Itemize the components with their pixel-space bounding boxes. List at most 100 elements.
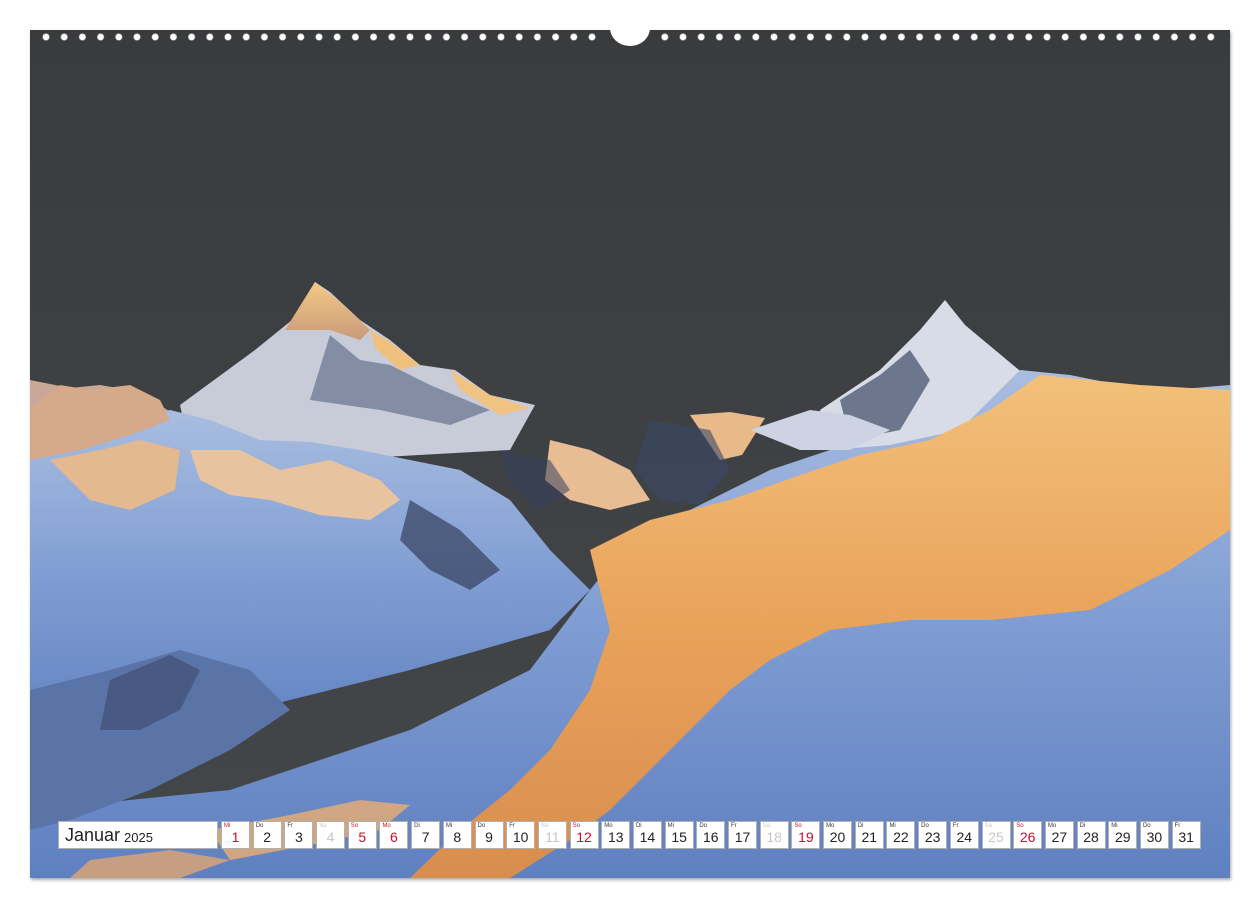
- binding-hole: [133, 33, 141, 41]
- day-cell: Di 21: [854, 821, 884, 849]
- binding-hole: [588, 33, 596, 41]
- day-cell: Mi 29: [1108, 821, 1138, 849]
- day-cell: Mo 27: [1044, 821, 1074, 849]
- binding-hole: [278, 33, 287, 41]
- binding-hole: [515, 33, 523, 41]
- binding-hole: [879, 33, 887, 41]
- calendar-strip: Januar 2025 Mi 1 Do 2 Fr 3 Sa 4 So 5 Mo 6 Di 7 Mi 8 Do 9 F…: [58, 821, 1203, 849]
- day-cell: Di 28: [1076, 821, 1106, 849]
- binding-hole: [770, 33, 778, 41]
- binding-hole: [843, 33, 851, 41]
- day-cells: Mi 1 Do 2 Fr 3 Sa 4 So 5 Mo 6 Di 7 Mi 8 Do 9 Fr 10 Sa 11 So 12 M…: [221, 821, 1203, 849]
- binding-hole: [242, 33, 250, 41]
- day-number: 27: [1051, 829, 1068, 845]
- binding-hole: [551, 33, 560, 41]
- binding-hole: [679, 33, 687, 41]
- day-cell: Mi 1: [221, 821, 250, 849]
- binding-hole: [1006, 33, 1015, 41]
- binding-hole: [424, 33, 432, 41]
- binding-hole: [78, 33, 87, 41]
- day-cell: Mo 20: [823, 821, 853, 849]
- day-cell: Do 23: [918, 821, 948, 849]
- day-number: 6: [390, 829, 398, 845]
- binding-hole: [260, 33, 269, 41]
- day-number: 11: [545, 829, 560, 845]
- day-number: 9: [485, 829, 493, 845]
- binding-hole: [60, 33, 68, 41]
- day-number: 2: [263, 829, 272, 845]
- binding-hole: [1116, 33, 1124, 41]
- binding-hole: [297, 33, 305, 41]
- day-cell: So 5: [347, 821, 377, 849]
- day-number: 20: [829, 829, 846, 845]
- day-cell: Mo 13: [601, 821, 631, 849]
- mountain-photo: [30, 30, 1230, 878]
- day-cell: Mo 6: [379, 821, 409, 849]
- binding-hole: [187, 33, 196, 41]
- day-cell: Sa 11: [537, 821, 567, 849]
- binding-hole: [988, 33, 997, 41]
- day-number: 21: [861, 829, 878, 845]
- month-name: Januar: [65, 824, 121, 845]
- day-number: 1: [231, 829, 240, 845]
- binding-hole: [1061, 33, 1069, 41]
- binding-hole: [224, 33, 232, 41]
- binding-hole: [1079, 33, 1088, 41]
- month-year: 2025: [124, 829, 153, 845]
- binding-hole: [388, 33, 396, 41]
- binding-hole: [915, 33, 924, 41]
- day-cell: Sa 18: [759, 821, 789, 849]
- binding-hole: [715, 33, 724, 41]
- spiral-binding: [30, 28, 1230, 48]
- day-cell: Fr 10: [506, 821, 536, 849]
- binding-hole: [897, 33, 906, 41]
- binding-hole: [406, 33, 414, 41]
- binding-hole: [824, 33, 833, 41]
- binding-hole: [970, 33, 978, 41]
- day-cell: Fr 31: [1171, 821, 1201, 849]
- binding-hole: [442, 33, 451, 41]
- day-cell: Mi 8: [442, 821, 472, 849]
- day-cell: Do 9: [474, 821, 504, 849]
- day-number: 3: [294, 829, 303, 845]
- binding-hole: [1134, 33, 1142, 41]
- day-cell: Mi 22: [886, 821, 916, 849]
- binding-hole: [1097, 33, 1106, 41]
- binding-hole: [497, 33, 505, 41]
- day-cell: Fr 3: [284, 821, 314, 849]
- month-label: Januar 2025: [58, 821, 218, 849]
- day-number: 28: [1083, 829, 1099, 845]
- day-number: 16: [703, 829, 719, 845]
- day-number: 22: [893, 829, 909, 845]
- day-number: 29: [1114, 829, 1131, 845]
- day-cell: So 12: [569, 821, 599, 849]
- day-number: 17: [734, 829, 751, 845]
- binding-hole: [1188, 33, 1197, 41]
- day-number: 25: [988, 829, 1004, 845]
- day-number: 12: [576, 829, 592, 845]
- binding-hole: [315, 33, 323, 41]
- day-cell: Di 14: [632, 821, 662, 849]
- binding-hole: [479, 33, 487, 41]
- day-number: 15: [671, 829, 687, 845]
- day-number: 10: [512, 829, 529, 845]
- day-number: 26: [1019, 829, 1036, 845]
- binding-hole: [1152, 33, 1160, 41]
- binding-hole: [206, 33, 214, 41]
- binding-hole: [952, 33, 960, 41]
- day-cell: Mi 15: [664, 821, 694, 849]
- day-cell: Fr 17: [728, 821, 757, 849]
- binding-hole: [151, 33, 159, 41]
- day-number: 7: [421, 829, 430, 845]
- binding-hole: [934, 33, 942, 41]
- binding-hole: [460, 33, 469, 41]
- day-number: 31: [1178, 829, 1194, 845]
- day-number: 14: [639, 829, 656, 845]
- binding-hole: [369, 33, 378, 41]
- binding-hole: [1043, 33, 1051, 41]
- binding-hole: [169, 33, 178, 41]
- calendar-page: Januar 2025 Mi 1 Do 2 Fr 3 Sa 4 So 5 Mo 6 Di 7 Mi 8 Do 9 F…: [0, 0, 1260, 908]
- day-cell: Di 7: [411, 821, 441, 849]
- binding-hole: [806, 33, 815, 41]
- day-number: 18: [766, 829, 782, 845]
